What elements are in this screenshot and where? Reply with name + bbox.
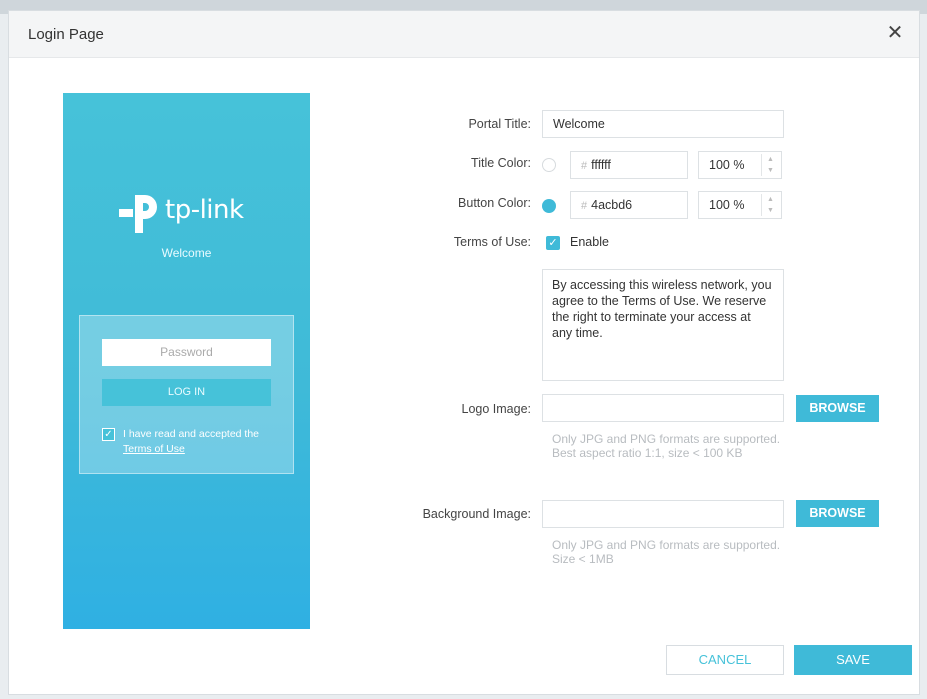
button-color-hex: 4acbd6 [591, 198, 633, 212]
background-image-label: Background Image: [422, 507, 531, 521]
terms-label: Terms of Use: [453, 235, 531, 249]
terms-enable-label: Enable [570, 235, 609, 249]
preview-welcome: Welcome [161, 246, 212, 260]
background-browse-button[interactable]: BROWSE [796, 500, 879, 527]
title-color-opacity-input[interactable]: 100 % ▲ ▼ [698, 151, 782, 179]
spin-down-icon[interactable]: ▼ [762, 205, 779, 216]
spin-up-icon[interactable]: ▲ [762, 194, 779, 205]
tp-link-logo: tp-link [115, 189, 265, 237]
logo-browse-button[interactable]: BROWSE [796, 395, 879, 422]
portal-title-input[interactable]: Welcome [542, 110, 784, 138]
logo-image-hint: Only JPG and PNG formats are supported. … [552, 432, 781, 460]
save-button[interactable]: SAVE [794, 645, 912, 675]
spin-up-icon[interactable]: ▲ [762, 154, 779, 165]
terms-text-area[interactable]: By accessing this wireless network, you … [542, 269, 784, 381]
preview-login-card: Password LOG IN ✓ I have read and accept… [79, 315, 294, 474]
background-image-input[interactable] [542, 500, 784, 528]
brand-text: tp-link [165, 195, 244, 225]
title-color-swatch[interactable] [542, 158, 556, 172]
logo-image-label: Logo Image: [461, 402, 532, 416]
cancel-button[interactable]: CANCEL [666, 645, 784, 675]
button-color-swatch[interactable] [542, 199, 556, 213]
dialog-header: Login Page ✕ [9, 11, 919, 58]
spin-down-icon[interactable]: ▼ [762, 165, 779, 176]
preview-tos-link: Terms of Use [123, 443, 185, 455]
preview-password-field: Password [102, 339, 271, 366]
terms-enable-checkbox[interactable]: ✓ [546, 236, 560, 250]
preview-login-button: LOG IN [102, 379, 271, 406]
login-preview: tp-link Welcome Password LOG IN ✓ I have… [63, 93, 310, 629]
dialog-title: Login Page [28, 26, 104, 43]
login-page-dialog: Login Page ✕ tp-link Welcome Password LO… [8, 10, 920, 695]
close-icon[interactable]: ✕ [883, 21, 907, 45]
title-color-hex: ffffff [591, 158, 611, 172]
opacity-spinner[interactable]: ▲ ▼ [761, 194, 779, 216]
button-color-hex-input[interactable]: #4acbd6 [570, 191, 688, 219]
button-color-opacity: 100 % [709, 198, 745, 212]
title-color-label: Title Color: [471, 156, 531, 170]
background-image-hint: Only JPG and PNG formats are supported. … [552, 538, 781, 566]
button-color-label: Button Color: [458, 196, 531, 210]
tp-link-logo-icon [119, 195, 157, 233]
button-color-opacity-input[interactable]: 100 % ▲ ▼ [698, 191, 782, 219]
preview-tos-checkbox: ✓ [102, 428, 115, 441]
preview-tos-text: I have read and accepted the [123, 428, 260, 440]
logo-image-input[interactable] [542, 394, 784, 422]
title-color-hex-input[interactable]: # ffffff [570, 151, 688, 179]
opacity-spinner[interactable]: ▲ ▼ [761, 154, 779, 176]
portal-title-label: Portal Title: [468, 117, 531, 131]
title-color-opacity: 100 % [709, 158, 745, 172]
